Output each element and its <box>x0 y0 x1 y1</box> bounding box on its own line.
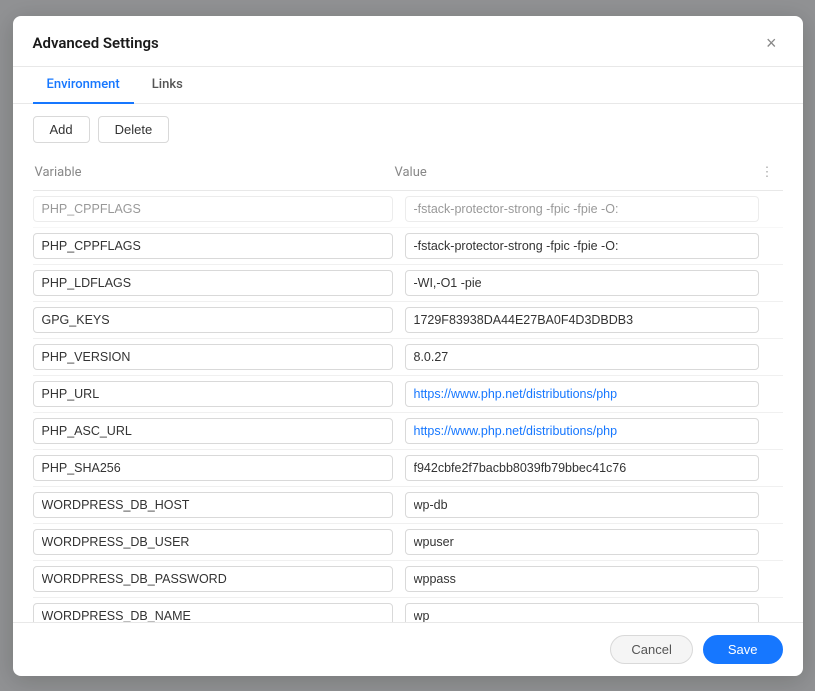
value-input[interactable] <box>405 566 759 592</box>
table-row <box>33 450 783 487</box>
value-input[interactable] <box>405 418 759 444</box>
table-row <box>33 487 783 524</box>
value-input[interactable] <box>405 603 759 622</box>
column-header-actions: ⋮ <box>759 161 783 184</box>
table-row <box>33 598 783 622</box>
variable-cell <box>33 270 393 296</box>
add-button[interactable]: Add <box>33 116 90 143</box>
column-header-value: Value <box>393 161 759 184</box>
advanced-settings-modal: Advanced Settings × Environment Links Ad… <box>13 16 803 676</box>
variable-cell <box>33 307 393 333</box>
value-input[interactable] <box>405 381 759 407</box>
value-input[interactable] <box>405 270 759 296</box>
tab-environment[interactable]: Environment <box>33 67 134 104</box>
variable-cell <box>33 492 393 518</box>
delete-button[interactable]: Delete <box>98 116 170 143</box>
value-cell <box>393 344 759 370</box>
variable-input[interactable] <box>33 344 393 370</box>
variable-input[interactable] <box>33 381 393 407</box>
value-cell <box>393 233 759 259</box>
value-cell <box>393 196 759 222</box>
variable-input[interactable] <box>33 307 393 333</box>
table-row <box>33 191 783 228</box>
value-cell <box>393 455 759 481</box>
value-cell <box>393 418 759 444</box>
variable-cell <box>33 529 393 555</box>
variable-cell <box>33 418 393 444</box>
variable-cell <box>33 196 393 222</box>
table-header: Variable Value ⋮ <box>33 155 783 191</box>
value-cell <box>393 492 759 518</box>
modal-footer: Cancel Save <box>13 622 803 676</box>
variable-input[interactable] <box>33 492 393 518</box>
value-cell <box>393 566 759 592</box>
value-input[interactable] <box>405 344 759 370</box>
variable-input[interactable] <box>33 566 393 592</box>
column-header-variable: Variable <box>33 161 393 184</box>
variable-input[interactable] <box>33 196 393 222</box>
table-row <box>33 524 783 561</box>
table-row <box>33 561 783 598</box>
table-row <box>33 376 783 413</box>
close-button[interactable]: × <box>760 32 783 54</box>
cancel-button[interactable]: Cancel <box>610 635 692 664</box>
variable-cell <box>33 455 393 481</box>
table-row <box>33 302 783 339</box>
variable-input[interactable] <box>33 603 393 622</box>
table-row <box>33 339 783 376</box>
tab-links[interactable]: Links <box>138 67 197 104</box>
value-cell <box>393 603 759 622</box>
value-input[interactable] <box>405 233 759 259</box>
table-row <box>33 413 783 450</box>
toolbar: Add Delete <box>13 104 803 155</box>
variable-input[interactable] <box>33 233 393 259</box>
value-input[interactable] <box>405 529 759 555</box>
variable-cell <box>33 233 393 259</box>
value-cell <box>393 270 759 296</box>
modal-overlay: Advanced Settings × Environment Links Ad… <box>0 0 815 691</box>
variable-cell <box>33 381 393 407</box>
value-input[interactable] <box>405 196 759 222</box>
value-cell <box>393 307 759 333</box>
variable-cell <box>33 344 393 370</box>
variable-input[interactable] <box>33 455 393 481</box>
value-input[interactable] <box>405 307 759 333</box>
variable-input[interactable] <box>33 270 393 296</box>
value-cell <box>393 529 759 555</box>
value-input[interactable] <box>405 455 759 481</box>
dots-menu-icon[interactable]: ⋮ <box>761 165 774 180</box>
modal-header: Advanced Settings × <box>13 16 803 67</box>
table-row <box>33 265 783 302</box>
tab-bar: Environment Links <box>13 67 803 104</box>
value-input[interactable] <box>405 492 759 518</box>
modal-title: Advanced Settings <box>33 34 159 52</box>
variable-input[interactable] <box>33 418 393 444</box>
variable-cell <box>33 603 393 622</box>
save-button[interactable]: Save <box>703 635 783 664</box>
variable-cell <box>33 566 393 592</box>
table-row <box>33 228 783 265</box>
value-cell <box>393 381 759 407</box>
variable-input[interactable] <box>33 529 393 555</box>
env-table-container: Variable Value ⋮ <box>13 155 803 622</box>
